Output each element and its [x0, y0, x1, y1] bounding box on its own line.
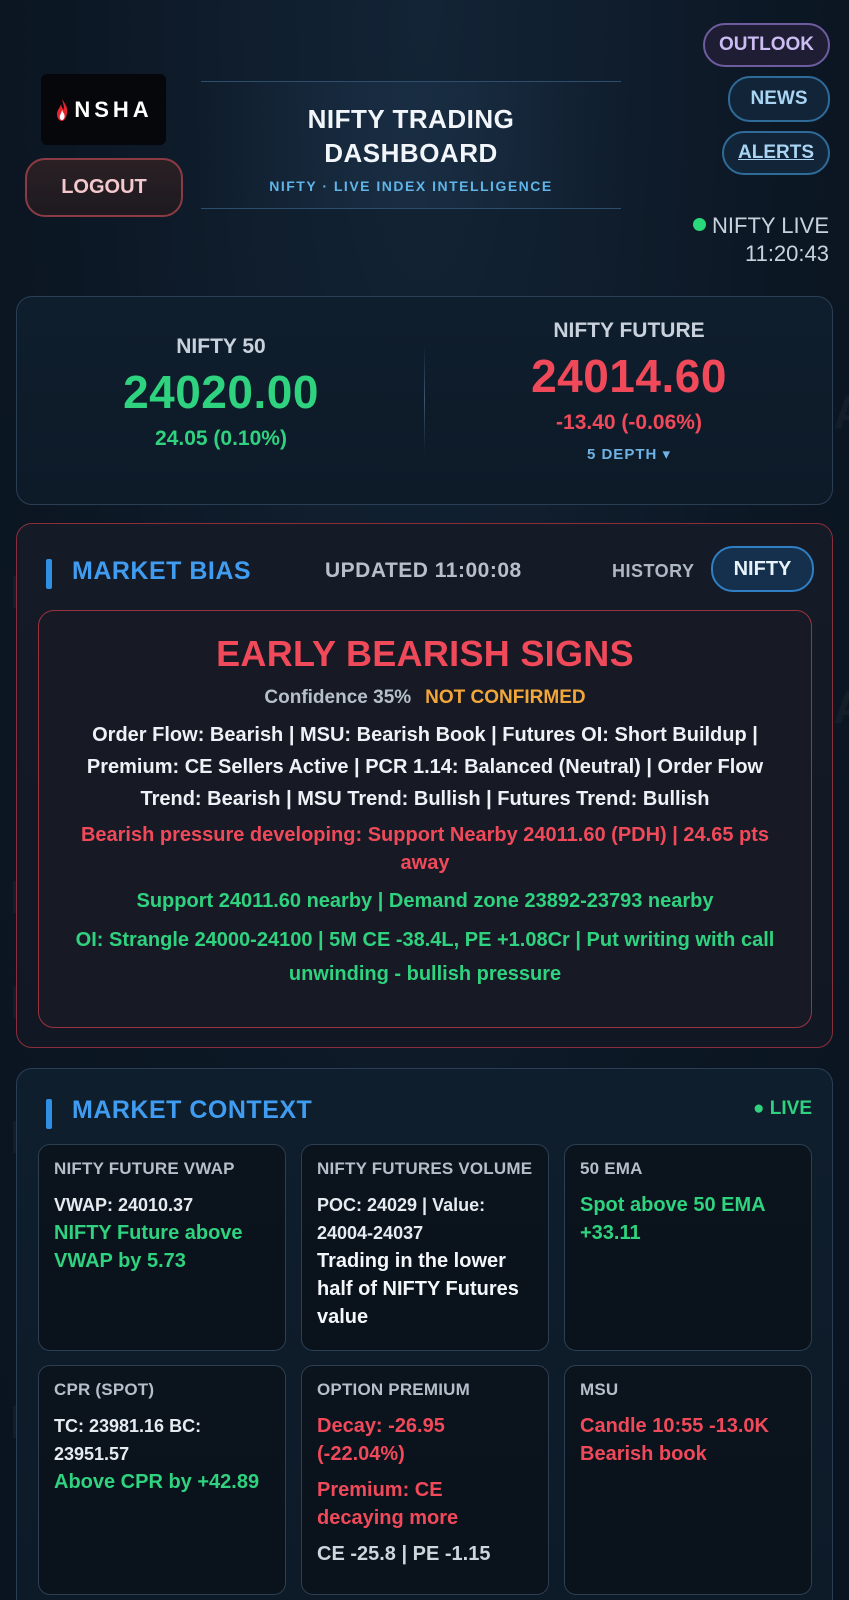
tile-line: CE -25.8 | PE -1.15	[317, 1543, 491, 1565]
alerts-link[interactable]: ALERTS	[722, 131, 830, 175]
live-time: 11:20:43	[744, 241, 829, 266]
confidence-text: Confidence 35%	[264, 687, 412, 708]
future-value: 24014.60	[531, 350, 727, 402]
live-label: NIFTY LIVE	[712, 213, 829, 238]
spot-change: 24.05 (0.10%)	[155, 427, 287, 450]
outlook-button[interactable]: OUTLOOK	[703, 23, 830, 67]
bias-oi: OI: Strangle 24000-24100 | 5M CE -38.4L,…	[75, 929, 775, 985]
spot-price-block: NIFTY 50 24020.00 24.05 (0.10%)	[17, 297, 425, 506]
tile-line: POC: 24029 | Value: 24004-24037	[317, 1195, 486, 1243]
spot-label: NIFTY 50	[176, 335, 266, 358]
future-price-block: NIFTY FUTURE 24014.60 -13.40 (-0.06%) 5 …	[425, 297, 833, 506]
tile-title: 50 EMA	[580, 1159, 643, 1178]
bias-support: Support 24011.60 nearby | Demand zone 23…	[136, 890, 714, 912]
bias-confidence-row: Confidence 35% NOT CONFIRMED	[39, 687, 811, 709]
tile-msu: MSU Candle 10:55 -13.0K Bearish book	[564, 1365, 812, 1595]
tile-title: CPR (SPOT)	[54, 1380, 155, 1399]
dashboard-title-panel: NIFTY TRADING DASHBOARD NIFTY · LIVE IND…	[201, 81, 621, 209]
tile-title: NIFTY FUTURES VOLUME	[317, 1159, 533, 1178]
tile-futures-volume: NIFTY FUTURES VOLUME POC: 24029 | Value:…	[301, 1144, 549, 1351]
brand-logo[interactable]: NSHA	[41, 74, 166, 145]
tile-title: OPTION PREMIUM	[317, 1380, 470, 1399]
logout-button[interactable]: LOGOUT	[25, 158, 183, 217]
tile-line: NIFTY Future above VWAP by 5.73	[54, 1222, 243, 1272]
instrument-selector[interactable]: NIFTY	[711, 546, 814, 592]
depth-toggle[interactable]: 5 DEPTH ▾	[425, 445, 833, 463]
tile-line: Spot above 50 EMA +33.11	[580, 1194, 765, 1244]
tile-50-ema: 50 EMA Spot above 50 EMA +33.11	[564, 1144, 812, 1351]
live-dot-icon	[693, 218, 707, 231]
logo-text: NSHA	[74, 96, 153, 122]
live-badge: ● LIVE	[753, 1098, 812, 1119]
page-subtitle: NIFTY · LIVE INDEX INTELLIGENCE	[269, 178, 553, 194]
bias-summary: Order Flow: Bearish | MSU: Bearish Book …	[86, 724, 764, 810]
tile-line: TC: 23981.16 BC: 23951.57	[54, 1416, 202, 1464]
tile-line: Above CPR by +42.89	[54, 1471, 260, 1493]
tile-title: NIFTY FUTURE VWAP	[54, 1159, 235, 1178]
tile-line: VWAP: 24010.37	[54, 1195, 194, 1215]
spot-value: 24020.00	[123, 366, 319, 418]
bias-updated-time: UPDATED 11:00:08	[325, 559, 522, 582]
tile-vwap: NIFTY FUTURE VWAP VWAP: 24010.37 NIFTY F…	[38, 1144, 286, 1351]
future-change: -13.40 (-0.06%)	[556, 411, 702, 434]
price-card: NIFTY 50 24020.00 24.05 (0.10%) NIFTY FU…	[16, 296, 833, 505]
future-label: NIFTY FUTURE	[553, 319, 705, 342]
market-bias-title: MARKET BIAS	[72, 557, 252, 585]
tile-option-premium: OPTION PREMIUM Decay: -26.95 (-22.04%) P…	[301, 1365, 549, 1595]
tile-title: MSU	[580, 1380, 619, 1399]
market-context-title: MARKET CONTEXT	[72, 1096, 313, 1124]
news-button[interactable]: NEWS	[728, 76, 830, 122]
history-link[interactable]: HISTORY	[612, 561, 695, 582]
tile-line: Premium: CE decaying more	[317, 1479, 459, 1529]
market-context-card: MARKET CONTEXT ● LIVE NIFTY FUTURE VWAP …	[16, 1068, 833, 1600]
tile-line: Candle 10:55 -13.0K Bearish book	[580, 1415, 769, 1465]
bias-headline: EARLY BEARISH SIGNS	[216, 633, 634, 674]
section-bar-icon	[46, 1099, 52, 1129]
live-status: NIFTY LIVE 11:20:43	[693, 212, 829, 268]
tile-line: Decay: -26.95 (-22.04%)	[317, 1415, 445, 1465]
tile-cpr: CPR (SPOT) TC: 23981.16 BC: 23951.57 Abo…	[38, 1365, 286, 1595]
market-bias-card: MARKET BIAS UPDATED 11:00:08 HISTORY NIF…	[16, 523, 833, 1048]
bias-detail-panel: EARLY BEARISH SIGNS Confidence 35% NOT CO…	[38, 610, 812, 1028]
tile-line: Trading in the lower half of NIFTY Futur…	[317, 1250, 519, 1328]
page-title: NIFTY TRADING DASHBOARD	[307, 104, 515, 168]
flame-logo-icon	[57, 98, 68, 121]
bias-warning: Bearish pressure developing: Support Nea…	[80, 824, 770, 874]
confirmation-status: NOT CONFIRMED	[425, 687, 586, 708]
section-bar-icon	[46, 559, 52, 589]
